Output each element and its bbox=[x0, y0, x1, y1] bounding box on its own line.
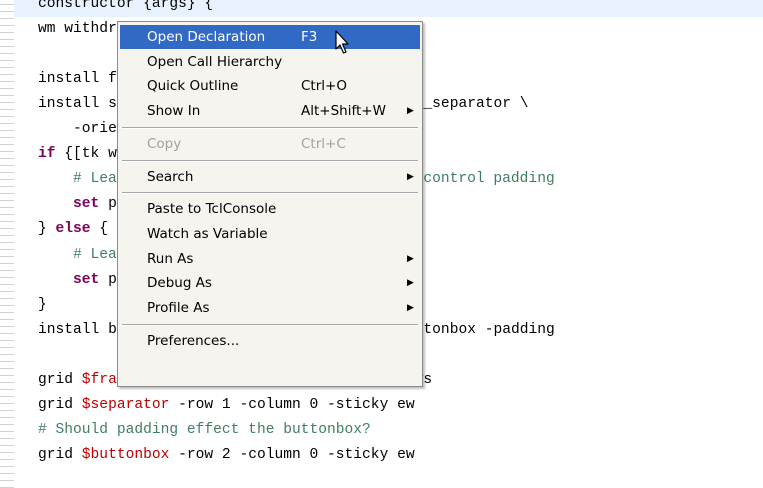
menu-separator bbox=[122, 192, 418, 195]
menu-item-label: Open Declaration bbox=[147, 29, 266, 45]
code-line[interactable]: grid $buttonbox -row 2 -column 0 -sticky… bbox=[38, 443, 415, 468]
menu-item-label: Debug As bbox=[147, 275, 212, 292]
menu-item-open-call-hierarchy[interactable]: Open Call Hierarchy bbox=[120, 50, 420, 74]
menu-separator bbox=[122, 323, 418, 326]
submenu-arrow-icon: ▶ bbox=[407, 171, 414, 182]
menu-item-paste-to-tclconsole[interactable]: Paste to TclConsole bbox=[120, 197, 420, 221]
menu-item-label: Run As bbox=[147, 250, 194, 267]
menu-item-profile-as[interactable]: Profile As ▶ bbox=[120, 296, 420, 320]
menu-item-search[interactable]: Search ▶ bbox=[120, 165, 420, 189]
code-line[interactable]: } bbox=[38, 293, 47, 318]
submenu-arrow-icon: ▶ bbox=[407, 106, 414, 117]
menu-item-show-in[interactable]: Show In Alt+Shift+W ▶ bbox=[120, 99, 420, 123]
menu-separator bbox=[122, 159, 418, 162]
menu-item-label: Copy bbox=[147, 135, 182, 152]
menu-item-shortcut: F3 bbox=[301, 29, 318, 45]
mouse-pointer-icon bbox=[335, 30, 349, 54]
submenu-arrow-icon: ▶ bbox=[407, 253, 414, 264]
code-line[interactable]: } else { bbox=[38, 217, 108, 242]
context-menu: Open Declaration F3 Open Call Hierarchy Qui… bbox=[117, 21, 423, 387]
menu-item-run-as[interactable]: Run As ▶ bbox=[120, 247, 420, 271]
menu-item-copy: Copy Ctrl+C bbox=[120, 132, 420, 156]
menu-item-label: Open Call Hierarchy bbox=[147, 53, 283, 70]
code-line[interactable]: # Should padding effect the buttonbox? bbox=[38, 418, 371, 443]
menu-item-label: Preferences... bbox=[147, 332, 240, 349]
menu-item-open-declaration[interactable]: Open Declaration F3 bbox=[120, 25, 420, 49]
menu-item-shortcut: Ctrl+C bbox=[301, 135, 346, 152]
menu-item-label: Quick Outline bbox=[147, 78, 239, 95]
menu-item-watch-as-variable[interactable]: Watch as Variable bbox=[120, 222, 420, 246]
submenu-arrow-icon: ▶ bbox=[407, 278, 414, 289]
menu-item-label: Profile As bbox=[147, 300, 210, 316]
menu-item-shortcut: Alt+Shift+W bbox=[301, 103, 386, 120]
menu-item-label: Watch as Variable bbox=[147, 225, 268, 242]
menu-item-preferences[interactable]: Preferences... bbox=[120, 329, 420, 353]
code-line[interactable]: constructor {args} { bbox=[14, 0, 763, 17]
menu-item-label: Show In bbox=[147, 103, 201, 120]
menu-item-debug-as[interactable]: Debug As ▶ bbox=[120, 271, 420, 295]
menu-item-label: Paste to TclConsole bbox=[147, 201, 277, 218]
menu-separator bbox=[122, 126, 418, 129]
menu-item-label: Search bbox=[147, 168, 194, 185]
menu-item-quick-outline[interactable]: Quick Outline Ctrl+O bbox=[120, 74, 420, 98]
menu-item-shortcut: Ctrl+O bbox=[301, 78, 347, 95]
editor-gutter bbox=[0, 0, 14, 488]
code-line[interactable]: grid $separator -row 1 -column 0 -sticky… bbox=[38, 393, 415, 418]
submenu-arrow-icon: ▶ bbox=[407, 303, 414, 313]
